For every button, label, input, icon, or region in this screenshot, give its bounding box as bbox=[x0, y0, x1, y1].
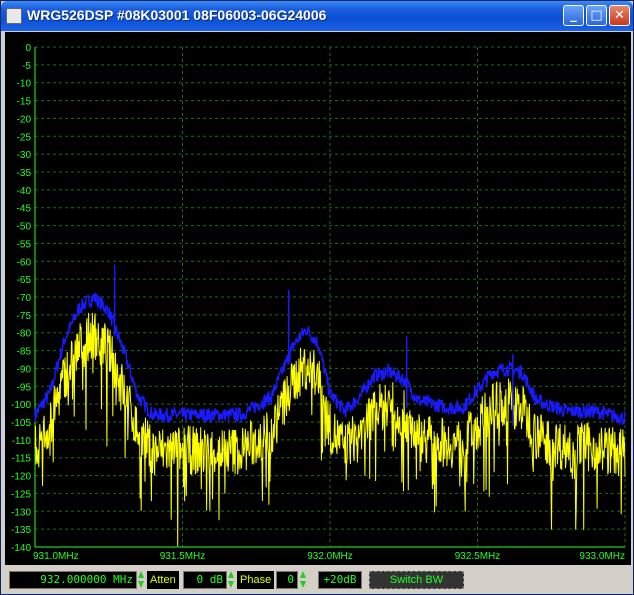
y-tick-label: -95 bbox=[17, 382, 32, 393]
y-tick-label: -125 bbox=[11, 489, 31, 500]
y-tick-label: -30 bbox=[17, 150, 32, 161]
y-tick-label: -105 bbox=[11, 418, 31, 429]
phase-field[interactable]: 0 bbox=[276, 571, 298, 589]
y-tick-label: -5 bbox=[22, 61, 31, 72]
y-tick-label: -80 bbox=[17, 329, 32, 340]
phase-spinner[interactable] bbox=[300, 570, 306, 590]
switch-bw-button[interactable]: Switch BW bbox=[369, 571, 464, 589]
x-tick-label: 932.0MHz bbox=[307, 551, 353, 562]
control-bar: 932.000000 MHz Atten 0 dB Phase 0 +20dB … bbox=[5, 567, 631, 593]
y-tick-label: 0 bbox=[25, 43, 31, 54]
frequency-spinner[interactable] bbox=[138, 570, 144, 590]
x-tick-label: 931.5MHz bbox=[160, 551, 206, 562]
y-tick-label: -60 bbox=[17, 257, 32, 268]
y-tick-label: -20 bbox=[17, 114, 32, 125]
y-tick-label: -35 bbox=[17, 168, 32, 179]
y-tick-label: -130 bbox=[11, 507, 31, 518]
y-tick-label: -25 bbox=[17, 132, 32, 143]
y-tick-label: -10 bbox=[17, 79, 32, 90]
maximize-button[interactable]: □ bbox=[586, 5, 607, 26]
x-tick-label: 931.0MHz bbox=[33, 551, 79, 562]
frequency-field[interactable]: 932.000000 MHz bbox=[9, 571, 137, 589]
atten-field[interactable]: 0 dB bbox=[183, 571, 227, 589]
y-tick-label: -45 bbox=[17, 204, 32, 215]
title-bar[interactable]: WRG526DSP #08K03001 08F06003-06G24006 _ … bbox=[1, 1, 633, 31]
gain-button[interactable]: +20dB bbox=[318, 571, 362, 589]
y-tick-label: -120 bbox=[11, 472, 31, 483]
phase-label: Phase bbox=[237, 571, 275, 589]
y-tick-label: -135 bbox=[11, 525, 31, 536]
y-tick-label: -110 bbox=[12, 436, 32, 447]
atten-label: Atten bbox=[147, 571, 179, 589]
x-tick-label: 932.5MHz bbox=[455, 551, 501, 562]
status-panel bbox=[475, 571, 625, 589]
y-tick-label: -65 bbox=[17, 275, 32, 286]
atten-spinner[interactable] bbox=[228, 570, 234, 590]
y-tick-label: -90 bbox=[17, 364, 32, 375]
y-tick-label: -15 bbox=[17, 97, 32, 108]
y-tick-label: -85 bbox=[17, 347, 32, 358]
spectrum-plot[interactable]: 0 -5 -10 -15 -20 -25 -30 -35 -40 -45 -50 -55 -60 -65 -… bbox=[5, 32, 631, 565]
x-tick-label: 933.0MHz bbox=[579, 551, 625, 562]
y-tick-label: -40 bbox=[17, 186, 32, 197]
y-tick-label: -115 bbox=[12, 454, 32, 465]
y-tick-label: -55 bbox=[17, 239, 32, 250]
y-tick-label: -50 bbox=[17, 222, 32, 233]
window-title: WRG526DSP #08K03001 08F06003-06G24006 bbox=[27, 7, 327, 23]
close-button[interactable]: ✕ bbox=[609, 5, 630, 26]
app-window: WRG526DSP #08K03001 08F06003-06G24006 _ … bbox=[0, 0, 634, 595]
y-tick-label: -70 bbox=[17, 293, 32, 304]
app-icon bbox=[6, 8, 22, 24]
y-tick-label: -100 bbox=[11, 400, 31, 411]
minimize-button[interactable]: _ bbox=[563, 5, 584, 26]
spectrum-chart: 0 -5 -10 -15 -20 -25 -30 -35 -40 -45 -50 -55 -60 -65 -… bbox=[11, 43, 626, 562]
y-tick-label: -140 bbox=[11, 543, 31, 554]
y-tick-label: -75 bbox=[17, 311, 32, 322]
